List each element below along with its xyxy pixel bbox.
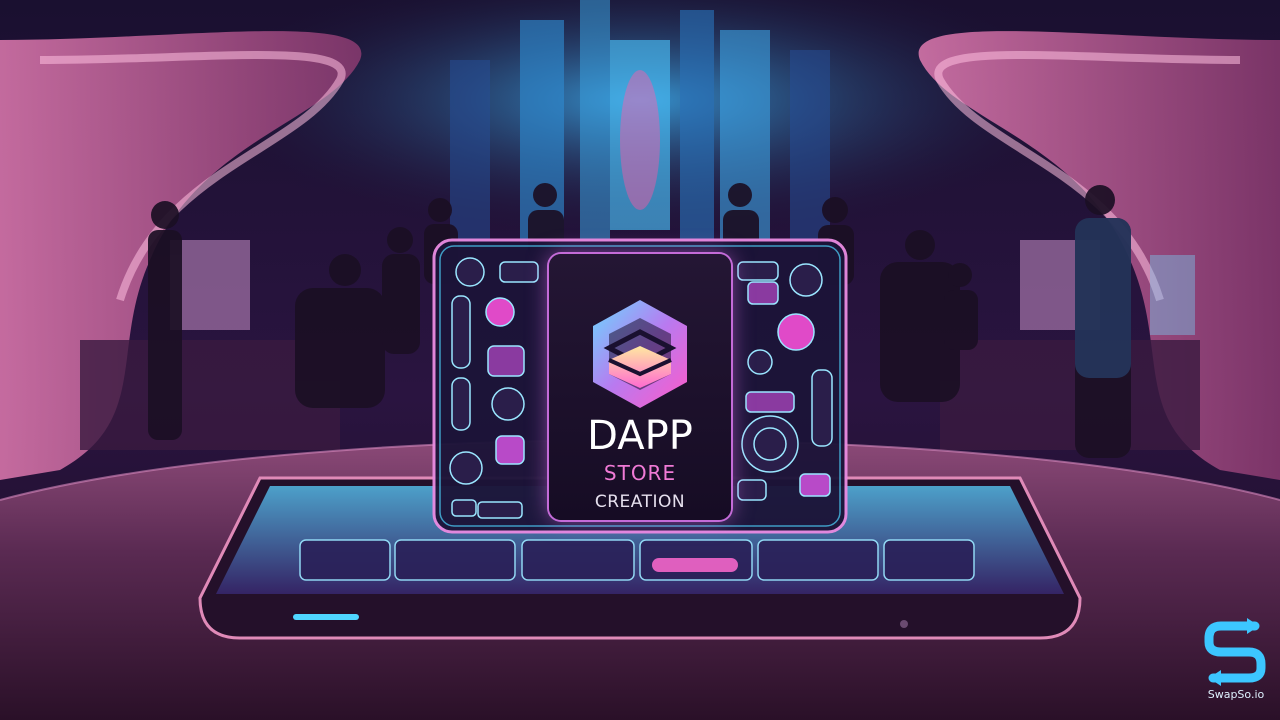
brand-name: SwapSo.io [1207,688,1265,701]
card-subtitle-store: STORE [603,461,677,485]
brand-watermark: SwapSo.io [1196,618,1276,718]
dapp-store-card: DAPP STORE CREATION [549,254,731,520]
swap-s-arrows-icon [1204,618,1266,686]
card-title: DAPP [587,413,693,459]
hexagon-layers-logo-icon [593,300,687,408]
card-subtitle-creation: CREATION [594,492,686,512]
